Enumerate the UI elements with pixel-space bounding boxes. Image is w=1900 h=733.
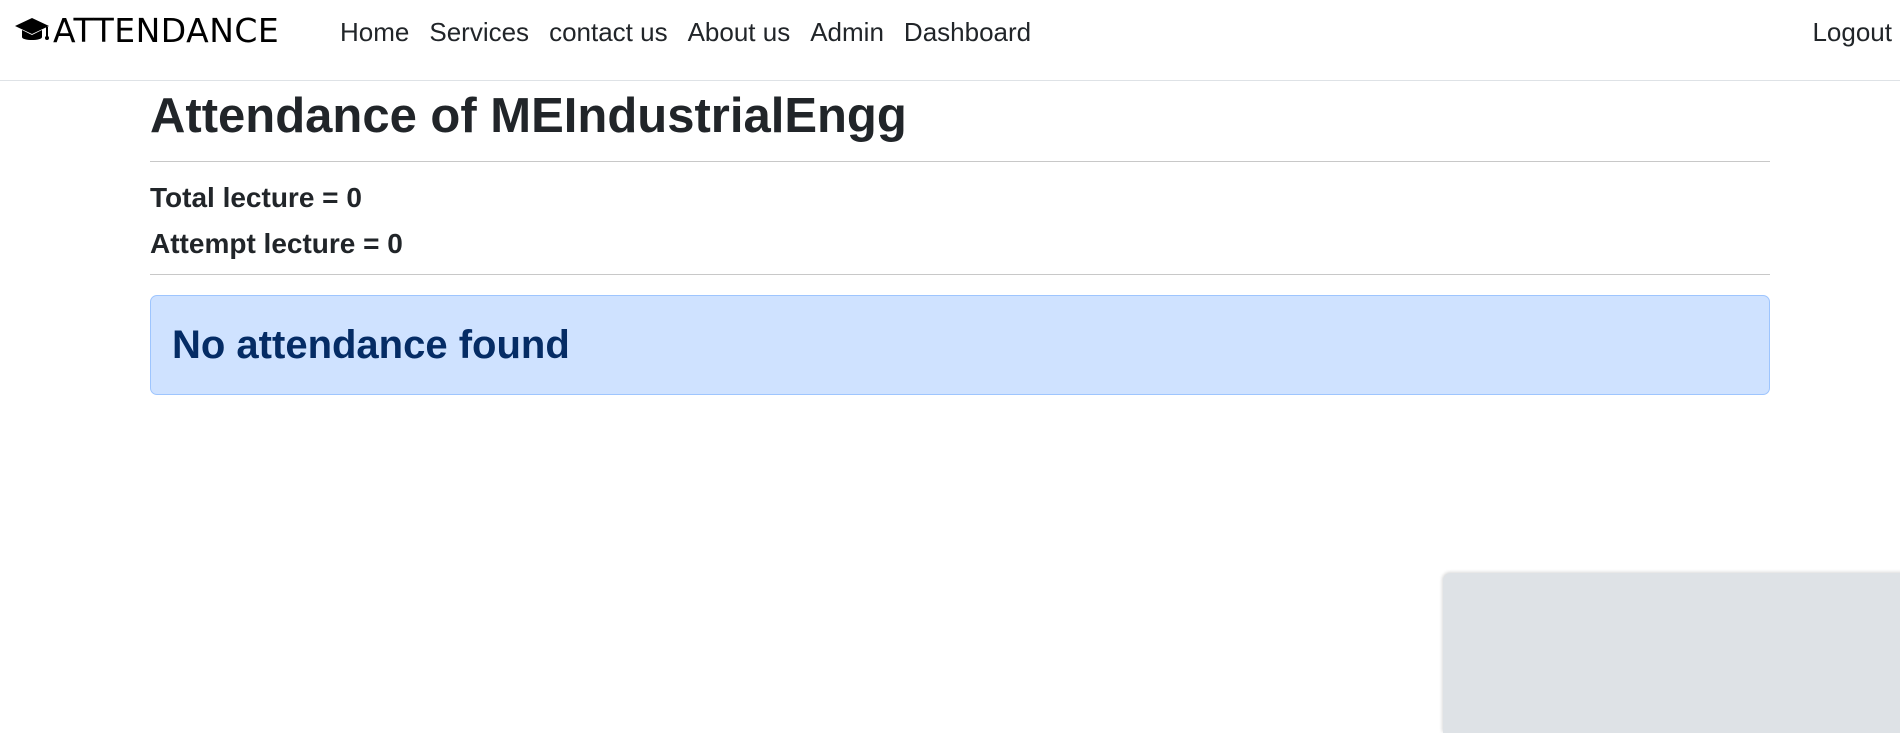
page-title: Attendance of MEIndustrialEngg (150, 89, 907, 143)
main-content: Attendance of MEIndustrialEngg Total lec… (150, 81, 1770, 395)
divider (150, 274, 1770, 275)
logout-link[interactable]: Logout (1808, 14, 1896, 50)
overlay-panel (1443, 573, 1900, 733)
graduation-cap-icon (14, 16, 50, 44)
divider (150, 161, 1770, 162)
brand-text: ATTENDANCE (53, 10, 280, 50)
nav-contact-us[interactable]: contact us (539, 14, 678, 50)
nav-home[interactable]: Home (330, 14, 419, 50)
lecture-stats: Total lecture = 0 Attempt lecture = 0 (150, 182, 1770, 260)
attempt-lecture: Attempt lecture = 0 (150, 228, 403, 259)
total-lecture: Total lecture = 0 (150, 182, 362, 213)
nav-links: Home Services contact us About us Admin … (330, 14, 1041, 50)
alert-text: No attendance found (172, 322, 570, 367)
nav-admin[interactable]: Admin (800, 14, 894, 50)
nav-services[interactable]: Services (419, 14, 539, 50)
top-navbar: ATTENDANCE Home Services contact us Abou… (0, 0, 1900, 81)
nav-about-us[interactable]: About us (678, 14, 801, 50)
nav-dashboard[interactable]: Dashboard (894, 14, 1041, 50)
brand-logo[interactable]: ATTENDANCE (14, 12, 279, 48)
no-attendance-alert: No attendance found (150, 295, 1770, 395)
